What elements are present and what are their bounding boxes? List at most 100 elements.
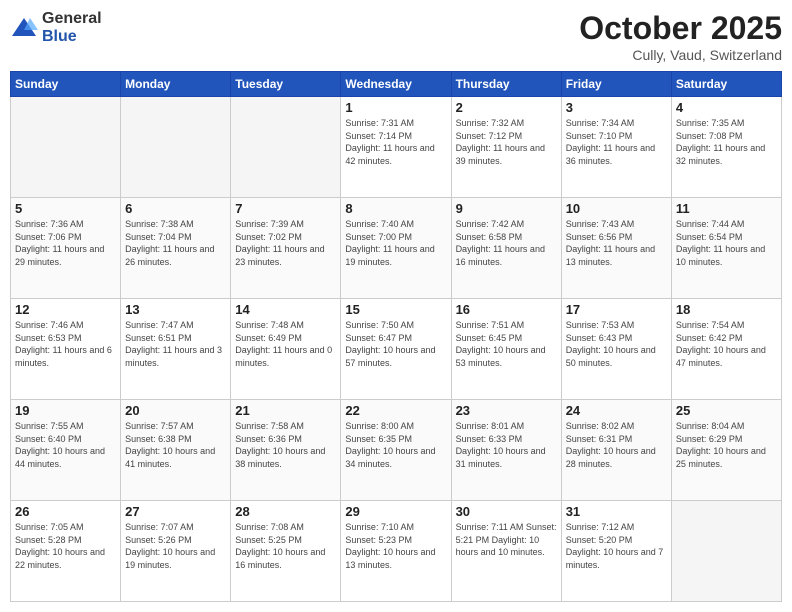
day-number: 22 [345,403,446,418]
calendar-cell [231,97,341,198]
calendar-cell: 25Sunrise: 8:04 AM Sunset: 6:29 PM Dayli… [671,400,781,501]
calendar-week-row: 5 Sunrise: 7:36 AM Sunset: 7:06 PM Daylig… [11,198,782,299]
day-info: Sunrise: 7:12 AM Sunset: 5:20 PM Dayligh… [566,521,667,571]
day-number: 28 [235,504,336,519]
calendar-cell: 27 Sunrise: 7:07 AM Sunset: 5:26 PM Dayli… [121,501,231,602]
day-number: 17 [566,302,667,317]
subtitle: Cully, Vaud, Switzerland [579,47,782,63]
day-info: Sunrise: 7:48 AM Sunset: 6:49 PM Dayligh… [235,319,336,369]
calendar-cell: 12 Sunrise: 7:46 AM Sunset: 6:53 PM Dayli… [11,299,121,400]
calendar-week-row: 26Sunrise: 7:05 AM Sunset: 5:28 PM Dayli… [11,501,782,602]
calendar-cell: 8 Sunrise: 7:40 AM Sunset: 7:00 PM Daylig… [341,198,451,299]
day-info: Sunrise: 7:11 AM Sunset: 5:21 PM Dayligh… [456,521,557,559]
calendar-cell: 22 Sunrise: 8:00 AM Sunset: 6:35 PM Dayli… [341,400,451,501]
calendar-cell [11,97,121,198]
day-info: Sunrise: 7:42 AM Sunset: 6:58 PM Dayligh… [456,218,557,268]
day-number: 3 [566,100,667,115]
day-number: 8 [345,201,446,216]
calendar-col-header: Saturday [671,72,781,97]
calendar-table: SundayMondayTuesdayWednesdayThursdayFrid… [10,71,782,602]
day-number: 29 [345,504,446,519]
day-number: 21 [235,403,336,418]
day-number: 24 [566,403,667,418]
calendar-col-header: Wednesday [341,72,451,97]
calendar-col-header: Monday [121,72,231,97]
day-info: Sunrise: 7:40 AM Sunset: 7:00 PM Dayligh… [345,218,446,268]
day-number: 11 [676,201,777,216]
day-number: 25 [676,403,777,418]
logo-icon [10,14,38,42]
calendar-week-row: 1 Sunrise: 7:31 AM Sunset: 7:14 PM Daylig… [11,97,782,198]
day-info: Sunrise: 7:50 AM Sunset: 6:47 PM Dayligh… [345,319,446,369]
calendar-col-header: Sunday [11,72,121,97]
calendar-cell: 16Sunrise: 7:51 AM Sunset: 6:45 PM Dayli… [451,299,561,400]
calendar-cell: 6Sunrise: 7:38 AM Sunset: 7:04 PM Daylig… [121,198,231,299]
day-info: Sunrise: 7:39 AM Sunset: 7:02 PM Dayligh… [235,218,336,268]
page: General Blue October 2025 Cully, Vaud, S… [0,0,792,612]
calendar-cell: 29 Sunrise: 7:10 AM Sunset: 5:23 PM Dayli… [341,501,451,602]
day-info: Sunrise: 7:36 AM Sunset: 7:06 PM Dayligh… [15,218,116,268]
day-info: Sunrise: 7:34 AM Sunset: 7:10 PM Dayligh… [566,117,667,167]
day-info: Sunrise: 7:54 AM Sunset: 6:42 PM Dayligh… [676,319,777,369]
day-number: 1 [345,100,446,115]
calendar-cell: 15 Sunrise: 7:50 AM Sunset: 6:47 PM Dayli… [341,299,451,400]
title-area: October 2025 Cully, Vaud, Switzerland [579,10,782,63]
day-info: Sunrise: 7:07 AM Sunset: 5:26 PM Dayligh… [125,521,226,571]
day-info: Sunrise: 8:00 AM Sunset: 6:35 PM Dayligh… [345,420,446,470]
day-number: 23 [456,403,557,418]
calendar-col-header: Tuesday [231,72,341,97]
day-number: 20 [125,403,226,418]
day-info: Sunrise: 7:43 AM Sunset: 6:56 PM Dayligh… [566,218,667,268]
calendar-cell: 24 Sunrise: 8:02 AM Sunset: 6:31 PM Dayli… [561,400,671,501]
calendar-cell: 20 Sunrise: 7:57 AM Sunset: 6:38 PM Dayli… [121,400,231,501]
day-number: 12 [15,302,116,317]
calendar-col-header: Thursday [451,72,561,97]
calendar-cell: 18 Sunrise: 7:54 AM Sunset: 6:42 PM Dayli… [671,299,781,400]
calendar-cell [671,501,781,602]
calendar-cell: 7 Sunrise: 7:39 AM Sunset: 7:02 PM Daylig… [231,198,341,299]
day-info: Sunrise: 7:55 AM Sunset: 6:40 PM Dayligh… [15,420,116,470]
day-number: 5 [15,201,116,216]
day-number: 7 [235,201,336,216]
day-info: Sunrise: 7:47 AM Sunset: 6:51 PM Dayligh… [125,319,226,369]
day-number: 18 [676,302,777,317]
calendar-cell: 1 Sunrise: 7:31 AM Sunset: 7:14 PM Daylig… [341,97,451,198]
day-info: Sunrise: 7:46 AM Sunset: 6:53 PM Dayligh… [15,319,116,369]
logo-blue: Blue [42,28,102,46]
day-number: 30 [456,504,557,519]
day-number: 31 [566,504,667,519]
calendar-cell: 9 Sunrise: 7:42 AM Sunset: 6:58 PM Daylig… [451,198,561,299]
day-info: Sunrise: 7:51 AM Sunset: 6:45 PM Dayligh… [456,319,557,369]
calendar-cell: 17Sunrise: 7:53 AM Sunset: 6:43 PM Dayli… [561,299,671,400]
calendar-cell [121,97,231,198]
calendar-cell: 2Sunrise: 7:32 AM Sunset: 7:12 PM Daylig… [451,97,561,198]
calendar-cell: 4Sunrise: 7:35 AM Sunset: 7:08 PM Daylig… [671,97,781,198]
day-number: 10 [566,201,667,216]
day-number: 2 [456,100,557,115]
day-number: 27 [125,504,226,519]
calendar-cell: 3 Sunrise: 7:34 AM Sunset: 7:10 PM Daylig… [561,97,671,198]
day-number: 15 [345,302,446,317]
day-info: Sunrise: 7:57 AM Sunset: 6:38 PM Dayligh… [125,420,226,470]
day-number: 9 [456,201,557,216]
calendar-cell: 23 Sunrise: 8:01 AM Sunset: 6:33 PM Dayli… [451,400,561,501]
day-number: 14 [235,302,336,317]
day-info: Sunrise: 7:31 AM Sunset: 7:14 PM Dayligh… [345,117,446,167]
calendar-cell: 28Sunrise: 7:08 AM Sunset: 5:25 PM Dayli… [231,501,341,602]
day-info: Sunrise: 8:01 AM Sunset: 6:33 PM Dayligh… [456,420,557,470]
calendar-cell: 13Sunrise: 7:47 AM Sunset: 6:51 PM Dayli… [121,299,231,400]
calendar-cell: 5 Sunrise: 7:36 AM Sunset: 7:06 PM Daylig… [11,198,121,299]
day-info: Sunrise: 8:02 AM Sunset: 6:31 PM Dayligh… [566,420,667,470]
calendar-cell: 26Sunrise: 7:05 AM Sunset: 5:28 PM Dayli… [11,501,121,602]
day-info: Sunrise: 7:35 AM Sunset: 7:08 PM Dayligh… [676,117,777,167]
day-info: Sunrise: 7:10 AM Sunset: 5:23 PM Dayligh… [345,521,446,571]
calendar-week-row: 12 Sunrise: 7:46 AM Sunset: 6:53 PM Dayli… [11,299,782,400]
day-info: Sunrise: 7:44 AM Sunset: 6:54 PM Dayligh… [676,218,777,268]
calendar-cell: 31 Sunrise: 7:12 AM Sunset: 5:20 PM Dayli… [561,501,671,602]
logo-text: General Blue [42,10,102,45]
logo-general: General [42,10,102,28]
header: General Blue October 2025 Cully, Vaud, S… [10,10,782,63]
calendar-cell: 10 Sunrise: 7:43 AM Sunset: 6:56 PM Dayli… [561,198,671,299]
calendar-col-header: Friday [561,72,671,97]
day-info: Sunrise: 7:58 AM Sunset: 6:36 PM Dayligh… [235,420,336,470]
